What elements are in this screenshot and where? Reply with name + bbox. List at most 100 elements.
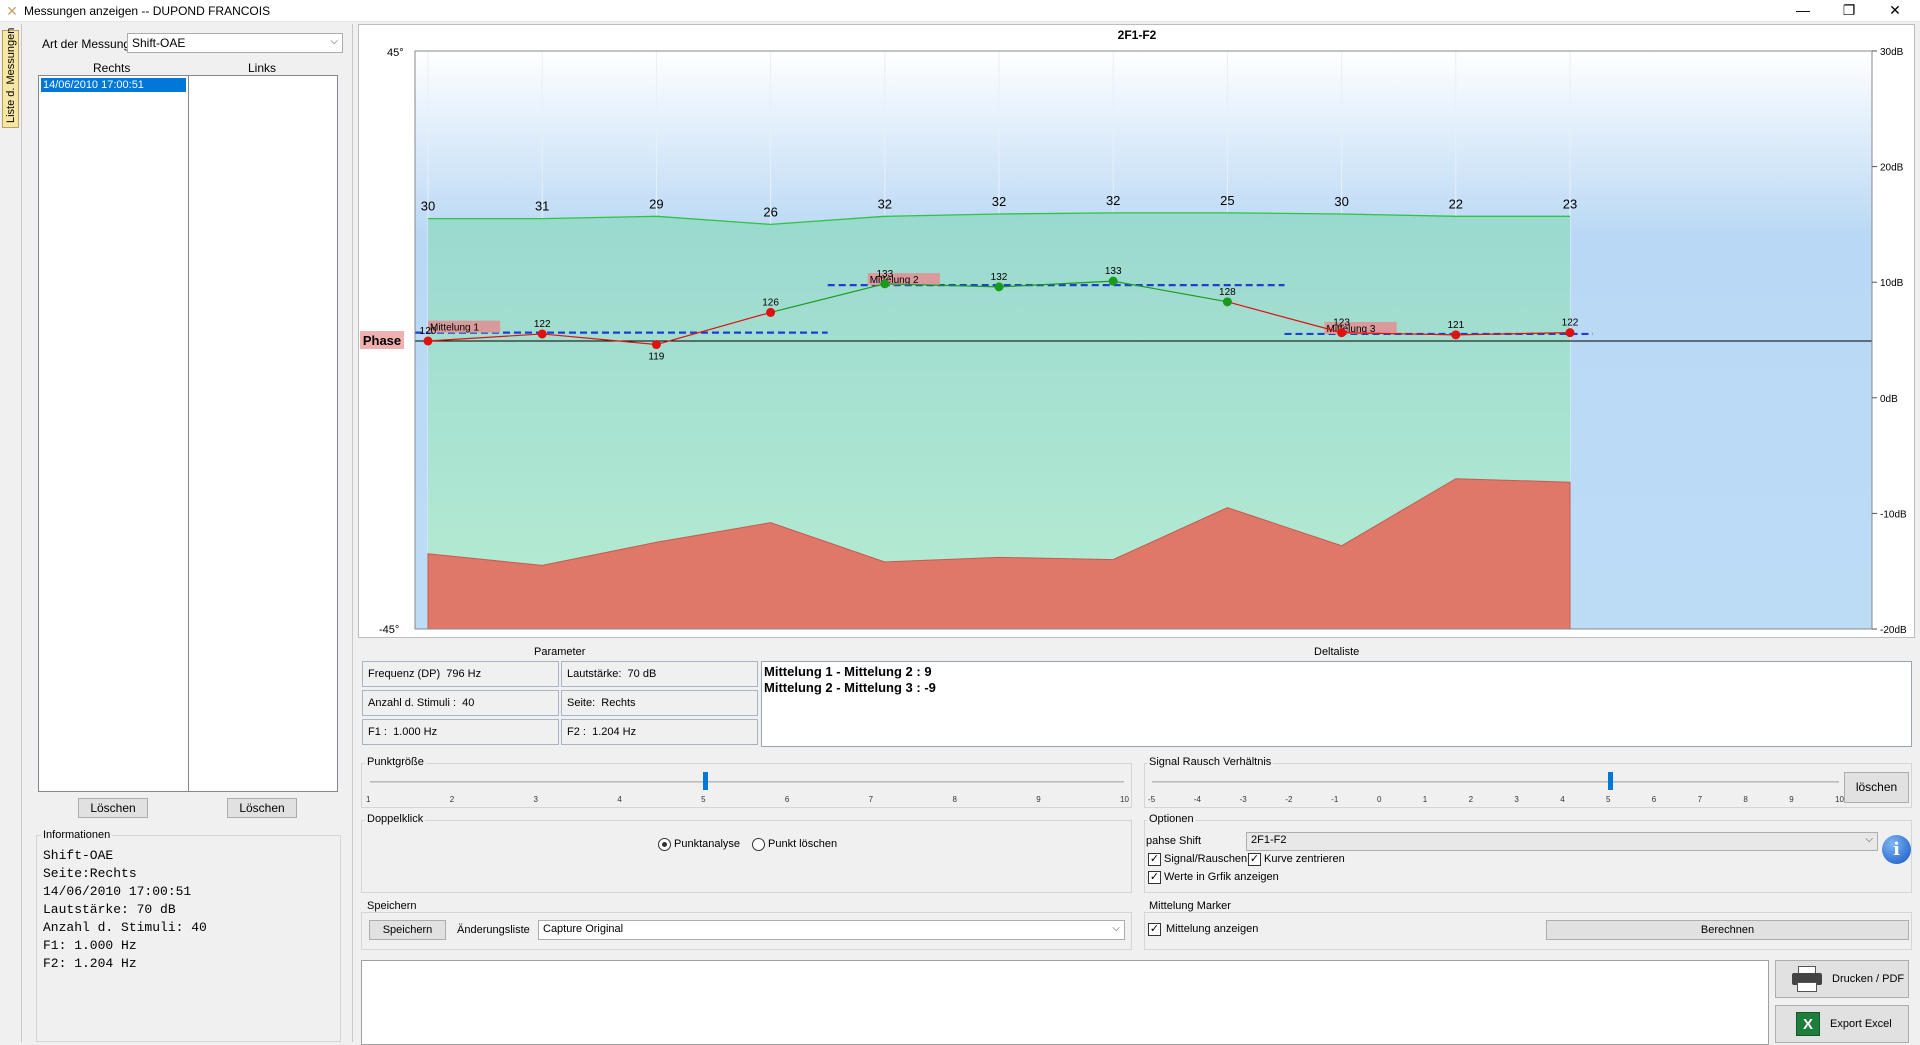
punkt-loeschen-label: Punkt löschen — [768, 838, 838, 850]
param-loudness: Lautstärke: 70 dB — [561, 661, 758, 687]
punktanalyse-radio[interactable] — [658, 838, 671, 851]
slider-tick-label: 7 — [868, 795, 874, 804]
snr-delete-button[interactable]: löschen — [1844, 772, 1909, 803]
slider-tick-label: 2 — [449, 795, 455, 804]
y-left-tick-top: 45° — [387, 47, 404, 59]
phase-value-label: 119 — [648, 352, 664, 363]
maximize-button[interactable]: ❐ — [1826, 0, 1872, 22]
export-excel-label: Export Excel — [1830, 1018, 1892, 1030]
punktgroesse-slider[interactable] — [370, 781, 1124, 783]
slider-tick-label: 1 — [1422, 795, 1428, 804]
slider-tick-label: 7 — [1697, 795, 1703, 804]
deltaliste-box[interactable]: Mittelung 1 - Mittelung 2 : 9 Mittelung … — [761, 661, 1912, 747]
list-item[interactable]: 14/06/2010 17:00:51 — [41, 78, 186, 92]
show-average-checkbox[interactable]: ✓ — [1148, 923, 1161, 936]
info-icon[interactable]: i — [1882, 835, 1911, 864]
param-f1: F1 : 1.000 Hz — [362, 719, 559, 745]
y-right-tick-label: -10dB — [1880, 509, 1907, 520]
chart[interactable]: Mittelung 1Mittelung 2Mittelung 3 30 31 29… — [359, 25, 1914, 637]
calculate-button[interactable]: Berechnen — [1546, 920, 1909, 940]
slider-tick-label: -2 — [1285, 795, 1293, 804]
notes-textarea[interactable] — [361, 960, 1769, 1045]
signal-noise-checkbox[interactable]: ✓ — [1148, 853, 1161, 866]
param-side-value: Rechts — [601, 697, 636, 709]
left-list-header: Links — [248, 61, 277, 75]
show-average-label: Mittelung anzeigen — [1166, 923, 1259, 935]
param-side: Seite: Rechts — [561, 690, 758, 716]
snr-slider-thumb[interactable] — [1608, 772, 1613, 790]
phase-value-label: 128 — [1219, 287, 1236, 298]
phase-value-label: 122 — [1562, 318, 1579, 329]
slider-tick-label: 5 — [1606, 795, 1611, 804]
chart-frame[interactable]: Mittelung 1 Mittelung 2 Mittelung 3 30 31 29… — [358, 24, 1915, 638]
slider-tick-label: 6 — [1651, 795, 1657, 804]
delete-right-button[interactable]: Löschen — [78, 798, 148, 818]
phase-shift-label: pahse Shift — [1146, 835, 1202, 847]
slider-tick-label: 8 — [1743, 795, 1748, 804]
param-f2: F2 : 1.204 Hz — [561, 719, 758, 745]
slider-tick-label: -3 — [1239, 795, 1247, 804]
info-line: Shift-OAE — [43, 848, 114, 863]
chart-title: 2F1-F2 — [1118, 28, 1157, 42]
doppelklick-title: Doppelklick — [365, 813, 426, 825]
app-logo-icon: ✕ — [6, 3, 18, 19]
phase-shift-value: 2F1-F2 — [1251, 834, 1287, 846]
slider-tick-label: 8 — [952, 795, 957, 804]
right-list-header: Rechts — [93, 61, 131, 75]
info-line: Seite:Rechts — [43, 866, 137, 881]
center-curve-label: Kurve zentrieren — [1264, 853, 1345, 865]
export-excel-button[interactable]: X Export Excel — [1775, 1005, 1909, 1043]
phase-value-label: 133 — [1105, 266, 1122, 277]
marker-title: Mittelung Marker — [1147, 900, 1233, 912]
signal-value-label: 31 — [535, 199, 549, 214]
slider-tick-label: 1 — [366, 795, 371, 804]
window-title: Messungen anzeigen -- DUPOND FRANCOIS — [24, 4, 271, 18]
side-tab-measurements[interactable]: Liste d. Messungen — [2, 28, 19, 128]
punktgroesse-slider-thumb[interactable] — [703, 772, 709, 790]
punkt-loeschen-radio[interactable] — [752, 838, 765, 851]
center-curve-checkbox[interactable]: ✓ — [1248, 853, 1261, 866]
measurement-type-label: Art der Messung — [42, 37, 131, 51]
phase-value-label: 122 — [534, 319, 551, 330]
close-button[interactable]: ✕ — [1872, 0, 1918, 22]
save-button[interactable]: Speichern — [369, 920, 446, 940]
signal-value-label: 25 — [1220, 193, 1234, 208]
optionen-title: Optionen — [1147, 813, 1196, 825]
param-loudness-label: Lautstärke: — [567, 668, 622, 680]
average-label: Mittelung 1 — [430, 323, 479, 334]
slider-tick-label: -4 — [1193, 795, 1201, 804]
phase-point — [537, 329, 547, 339]
signal-value-label: 30 — [421, 199, 435, 214]
phase-shift-select[interactable]: 2F1-F2 ⌵ — [1246, 832, 1878, 851]
param-frequency: Frequenz (DP) 796 Hz — [362, 661, 559, 687]
delete-left-button[interactable]: Löschen — [227, 798, 297, 818]
param-stimuli: Anzahl d. Stimuli : 40 — [362, 690, 559, 716]
param-side-label: Seite: — [567, 697, 596, 709]
phase-point — [880, 279, 890, 289]
signal-value-label: 30 — [1334, 194, 1348, 209]
snr-slider[interactable] — [1152, 781, 1839, 783]
signal-value-label: 29 — [649, 196, 663, 211]
left-measurement-list[interactable] — [188, 75, 338, 792]
param-f2-label: F2 : — [567, 726, 586, 738]
signal-value-label: 32 — [992, 194, 1006, 209]
print-pdf-button[interactable]: Drucken / PDF — [1775, 960, 1909, 998]
print-pdf-label: Drucken / PDF — [1832, 973, 1905, 985]
right-measurement-list[interactable]: 14/06/2010 17:00:51 — [38, 75, 189, 792]
y-right-tick-label: -20dB — [1880, 625, 1907, 636]
printer-icon — [1792, 966, 1822, 992]
snr-title: Signal Rausch Verhältnis — [1147, 756, 1274, 768]
info-text: Shift-OAE Seite:Rechts 14/06/2010 17:00:… — [43, 847, 207, 973]
title-bar: ✕ Messungen anzeigen -- DUPOND FRANCOIS … — [0, 0, 1920, 22]
chevron-down-icon: ⌵ — [1112, 923, 1120, 934]
minimize-button[interactable]: — — [1780, 0, 1826, 22]
slider-tick-label: 9 — [1789, 795, 1794, 804]
info-line: Anzahl d. Stimuli: 40 — [43, 920, 207, 935]
param-frequency-label: Frequenz (DP) — [368, 668, 441, 680]
change-list-select[interactable]: Capture Original ⌵ — [538, 920, 1125, 940]
snr-groupbox — [1144, 763, 1912, 808]
phase-value-label: 120 — [420, 326, 437, 337]
show-values-checkbox[interactable]: ✓ — [1148, 871, 1161, 884]
slider-tick-label: -1 — [1331, 795, 1339, 804]
measurement-type-select[interactable]: Shift-OAE ⌵ — [127, 33, 343, 53]
